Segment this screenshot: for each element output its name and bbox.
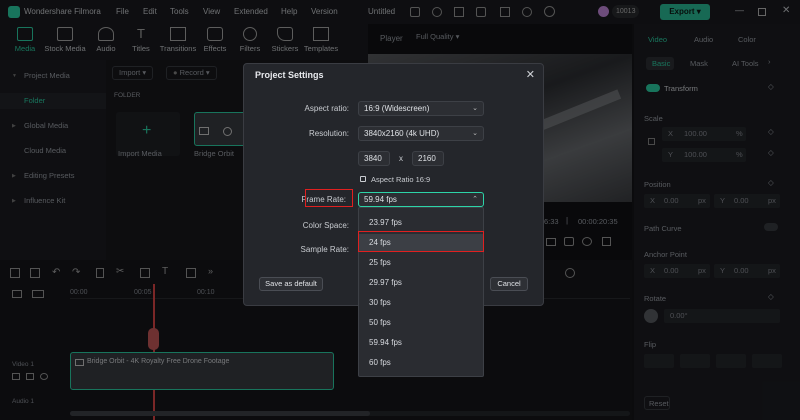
aspect-ratio-value: 16:9 (Widescreen) bbox=[364, 104, 430, 113]
height-input[interactable]: 2160 bbox=[412, 151, 444, 166]
resolution-value: 3840x2160 (4k UHD) bbox=[364, 129, 440, 138]
fps-option[interactable]: 29.97 fps bbox=[359, 274, 483, 292]
cancel-button[interactable]: Cancel bbox=[490, 277, 528, 291]
lock-icon bbox=[360, 176, 366, 182]
fps-option[interactable]: 25 fps bbox=[359, 254, 483, 272]
resolution-select[interactable]: 3840x2160 (4k UHD) ⌄ bbox=[358, 126, 484, 141]
fps-option[interactable]: 59.94 fps bbox=[359, 334, 483, 352]
close-icon[interactable]: ✕ bbox=[526, 68, 535, 81]
fps-option[interactable]: 60 fps bbox=[359, 354, 483, 372]
save-as-default-button[interactable]: Save as default bbox=[259, 277, 323, 291]
resolution-label: Resolution: bbox=[308, 129, 349, 138]
chevron-down-icon: ⌄ bbox=[472, 130, 478, 137]
height-value: 2160 bbox=[418, 154, 436, 163]
chevron-down-icon: ⌄ bbox=[472, 105, 478, 112]
dialog-title: Project Settings bbox=[255, 70, 324, 80]
fps-option[interactable]: 23.97 fps bbox=[359, 214, 483, 232]
chevron-up-icon: ⌃ bbox=[472, 196, 478, 203]
frame-rate-label-highlight bbox=[305, 189, 353, 207]
aspect-lock-label: Aspect Ratio 16:9 bbox=[371, 175, 431, 184]
width-value: 3840 bbox=[364, 154, 382, 163]
aspect-ratio-select[interactable]: 16:9 (Widescreen) ⌄ bbox=[358, 101, 484, 116]
save-as-default-label: Save as default bbox=[265, 279, 317, 288]
frame-rate-select[interactable]: 59.94 fps ⌃ bbox=[358, 192, 484, 207]
frame-rate-value: 59.94 fps bbox=[364, 195, 397, 204]
fps-option[interactable]: 30 fps bbox=[359, 294, 483, 312]
dimension-separator: x bbox=[399, 154, 403, 163]
cancel-label: Cancel bbox=[497, 279, 521, 288]
fps-option[interactable]: 50 fps bbox=[359, 314, 483, 332]
sample-rate-label: Sample Rate: bbox=[300, 245, 349, 254]
fps-option-highlight bbox=[358, 231, 484, 252]
aspect-ratio-label: Aspect ratio: bbox=[304, 104, 349, 113]
color-space-label: Color Space: bbox=[302, 221, 349, 230]
width-input[interactable]: 3840 bbox=[358, 151, 390, 166]
